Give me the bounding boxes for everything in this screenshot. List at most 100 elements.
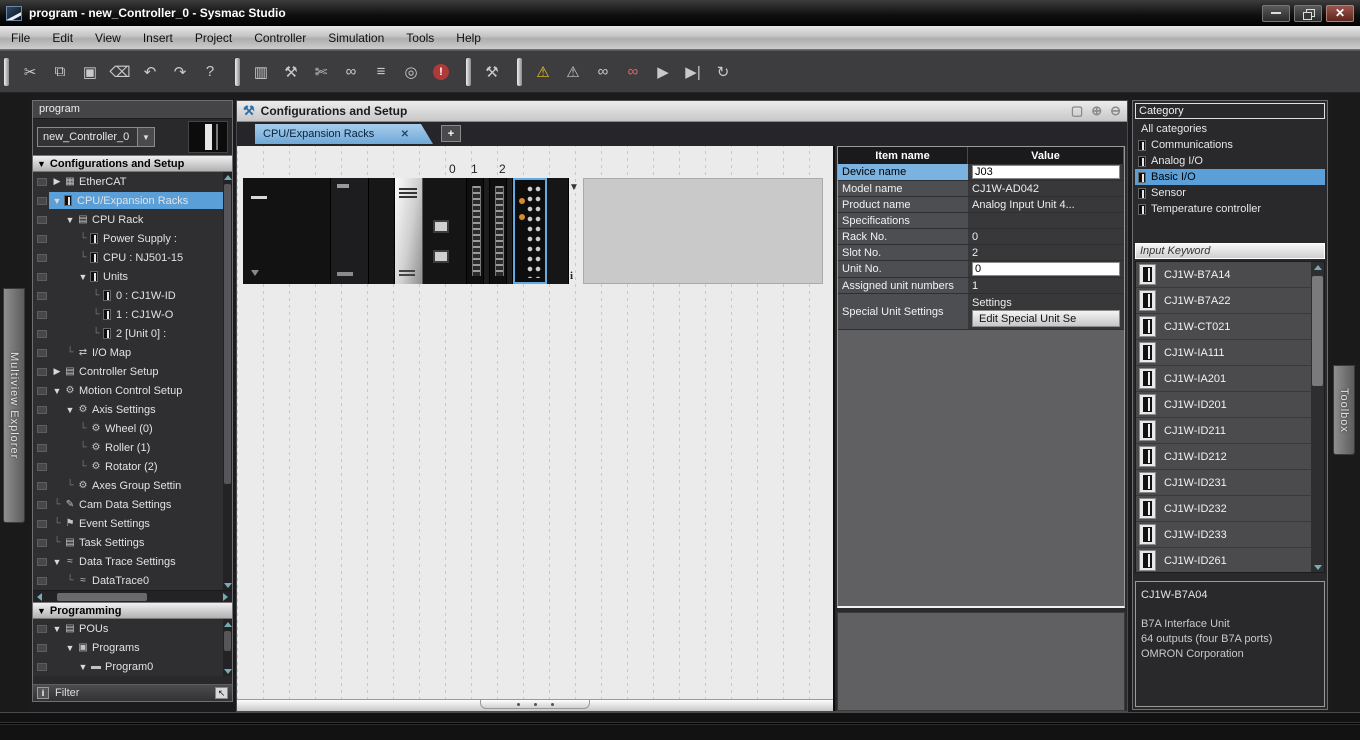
module-cj1w-id212[interactable]: CJ1W-ID212 bbox=[1136, 444, 1324, 470]
menu-tools[interactable]: Tools bbox=[395, 26, 445, 49]
module-cj1w-id233[interactable]: CJ1W-ID233 bbox=[1136, 522, 1324, 548]
tree-item-event-settings[interactable]: └⚑Event Settings bbox=[33, 514, 232, 533]
cpu-module[interactable] bbox=[369, 178, 395, 284]
property-item-label[interactable]: Product name bbox=[838, 197, 968, 212]
stop-monitor-icon[interactable]: ∞ bbox=[618, 58, 648, 86]
property-value[interactable]: 0 bbox=[968, 229, 1124, 244]
vscroll-thumb[interactable] bbox=[224, 631, 231, 651]
collapse-icon[interactable]: ▼ bbox=[51, 624, 63, 634]
module-cj1w-id261[interactable]: CJ1W-ID261 bbox=[1136, 548, 1324, 573]
category-temperature-controller[interactable]: Temperature controller bbox=[1135, 201, 1325, 217]
tree-item-axis-settings[interactable]: ▼⚙Axis Settings bbox=[33, 400, 232, 419]
differential-monitor-icon[interactable]: ≡ bbox=[366, 58, 396, 86]
scroll-down-icon[interactable] bbox=[223, 580, 232, 590]
property-value[interactable]: 2 bbox=[968, 245, 1124, 260]
cpu-faceplate[interactable] bbox=[395, 178, 423, 284]
property-value[interactable]: 1 bbox=[968, 278, 1124, 293]
chevron-down-icon[interactable]: ▼ bbox=[137, 128, 154, 146]
collapse-icon[interactable]: ▼ bbox=[51, 196, 63, 206]
pin-icon[interactable]: ↖ bbox=[215, 687, 228, 699]
tree-item-task-settings[interactable]: └▤Task Settings bbox=[33, 533, 232, 552]
module-cj1w-ia111[interactable]: CJ1W-IA111 bbox=[1136, 340, 1324, 366]
tree-item-data-trace-settings[interactable]: ▼≈Data Trace Settings bbox=[33, 552, 232, 571]
multiview-explorer-tab[interactable]: Multiview Explorer bbox=[3, 288, 25, 523]
tree-item-ethercat[interactable]: ▶▦EtherCAT bbox=[33, 172, 232, 191]
expand-icon[interactable]: ▶ bbox=[51, 176, 63, 187]
tree-item-datatrace0[interactable]: └≈DataTrace0 bbox=[33, 571, 232, 590]
zoom-out-icon[interactable]: ⊖ bbox=[1110, 103, 1121, 119]
edit-special-unit-settings-button[interactable]: Edit Special Unit Se bbox=[972, 310, 1120, 327]
scroll-up-icon[interactable] bbox=[223, 172, 232, 182]
hscroll-thumb[interactable] bbox=[57, 593, 147, 601]
search-icon[interactable]: ◎ bbox=[396, 58, 426, 86]
category-all-categories[interactable]: All categories bbox=[1135, 121, 1325, 137]
vertical-scrollbar[interactable] bbox=[223, 619, 232, 676]
scroll-left-icon[interactable] bbox=[37, 593, 42, 601]
tree-item-cpu-expansion-racks[interactable]: ▼CPU/Expansion Racks bbox=[33, 191, 232, 210]
value-input[interactable]: 0 bbox=[972, 262, 1120, 276]
tree-item-1-cj1w-o[interactable]: └1 : CJ1W-O bbox=[33, 305, 232, 324]
menu-controller[interactable]: Controller bbox=[243, 26, 317, 49]
vertical-scrollbar[interactable] bbox=[1311, 262, 1324, 572]
power-supply-unit[interactable] bbox=[243, 178, 331, 284]
module-cj1w-b7a14[interactable]: CJ1W-B7A14 bbox=[1136, 262, 1324, 288]
go-offline-icon[interactable]: ⚠ bbox=[558, 58, 588, 86]
minimize-button[interactable] bbox=[1262, 5, 1290, 22]
build-icon[interactable]: ⚒ bbox=[276, 58, 306, 86]
tree-item-rotator-2[interactable]: └⚙Rotator (2) bbox=[33, 457, 232, 476]
property-item-label[interactable]: Device name bbox=[838, 164, 968, 180]
collapse-icon[interactable]: ▼ bbox=[51, 557, 63, 567]
tab-cpu-expansion-racks[interactable]: CPU/Expansion Racks ✕ bbox=[255, 124, 433, 144]
tree-item-power-supply[interactable]: └Power Supply : bbox=[33, 229, 232, 248]
restore-button[interactable] bbox=[1294, 5, 1322, 22]
tree-item-roller-1[interactable]: └⚙Roller (1) bbox=[33, 438, 232, 457]
menu-help[interactable]: Help bbox=[445, 26, 492, 49]
menu-file[interactable]: File bbox=[0, 26, 41, 49]
property-item-label[interactable]: Slot No. bbox=[838, 245, 968, 260]
unit-slot-2-selected[interactable] bbox=[513, 178, 547, 284]
toolbox-tab[interactable]: Toolbox bbox=[1333, 365, 1355, 455]
tree-item-i-o-map[interactable]: └⇄I/O Map bbox=[33, 343, 232, 362]
monitor-icon[interactable]: ∞ bbox=[588, 58, 618, 86]
collapse-icon[interactable]: ▼ bbox=[64, 643, 76, 653]
tab-close-icon[interactable]: ✕ bbox=[401, 129, 409, 140]
property-item-label[interactable]: Special Unit Settings bbox=[838, 294, 968, 329]
tree-item-cpu-nj501-15[interactable]: └CPU : NJ501-15 bbox=[33, 248, 232, 267]
cut-icon[interactable]: ✂ bbox=[15, 58, 45, 86]
fit-to-window-icon[interactable]: ▢ bbox=[1071, 103, 1083, 119]
menu-edit[interactable]: Edit bbox=[41, 26, 84, 49]
category-basic-i-o[interactable]: Basic I/O bbox=[1135, 169, 1325, 185]
controller-selector[interactable]: new_Controller_0 ▼ bbox=[37, 127, 155, 147]
program-check-icon[interactable]: ✄ bbox=[306, 58, 336, 86]
rack-dropdown-icon[interactable]: ▼ bbox=[569, 182, 579, 193]
vscroll-thumb[interactable] bbox=[224, 184, 231, 484]
watch-icon[interactable]: ∞ bbox=[336, 58, 366, 86]
module-cj1w-id231[interactable]: CJ1W-ID231 bbox=[1136, 470, 1324, 496]
tree-item-cam-data-settings[interactable]: └✎Cam Data Settings bbox=[33, 495, 232, 514]
cpu-left-module[interactable] bbox=[331, 178, 369, 284]
value-input[interactable]: J03 bbox=[972, 165, 1120, 179]
step-icon[interactable]: ▶| bbox=[678, 58, 708, 86]
close-button[interactable]: ✕ bbox=[1326, 5, 1354, 22]
collapse-icon[interactable]: ▼ bbox=[51, 386, 63, 396]
keyword-search-input[interactable]: Input Keyword bbox=[1135, 243, 1325, 259]
section-configurations[interactable]: ▼ Configurations and Setup bbox=[33, 155, 232, 172]
add-tab-button[interactable]: + bbox=[441, 125, 461, 142]
property-item-label[interactable]: Model name bbox=[838, 181, 968, 196]
section-programming[interactable]: ▼ Programming bbox=[33, 602, 232, 619]
scroll-up-icon[interactable] bbox=[223, 619, 232, 629]
property-value[interactable]: Analog Input Unit 4... bbox=[968, 197, 1124, 212]
error-list-icon[interactable]: ! bbox=[426, 58, 456, 86]
module-cj1w-ia201[interactable]: CJ1W-IA201 bbox=[1136, 366, 1324, 392]
splitter-grip[interactable] bbox=[480, 699, 590, 709]
menu-insert[interactable]: Insert bbox=[132, 26, 184, 49]
scroll-right-icon[interactable] bbox=[223, 593, 228, 601]
scroll-down-icon[interactable] bbox=[223, 666, 232, 676]
tree-item-wheel-0[interactable]: └⚙Wheel (0) bbox=[33, 419, 232, 438]
run-icon[interactable]: ▶ bbox=[648, 58, 678, 86]
category-analog-i-o[interactable]: Analog I/O bbox=[1135, 153, 1325, 169]
vertical-scrollbar[interactable] bbox=[223, 172, 232, 590]
menu-simulation[interactable]: Simulation bbox=[317, 26, 395, 49]
category-communications[interactable]: Communications bbox=[1135, 137, 1325, 153]
property-value[interactable] bbox=[968, 213, 1124, 228]
